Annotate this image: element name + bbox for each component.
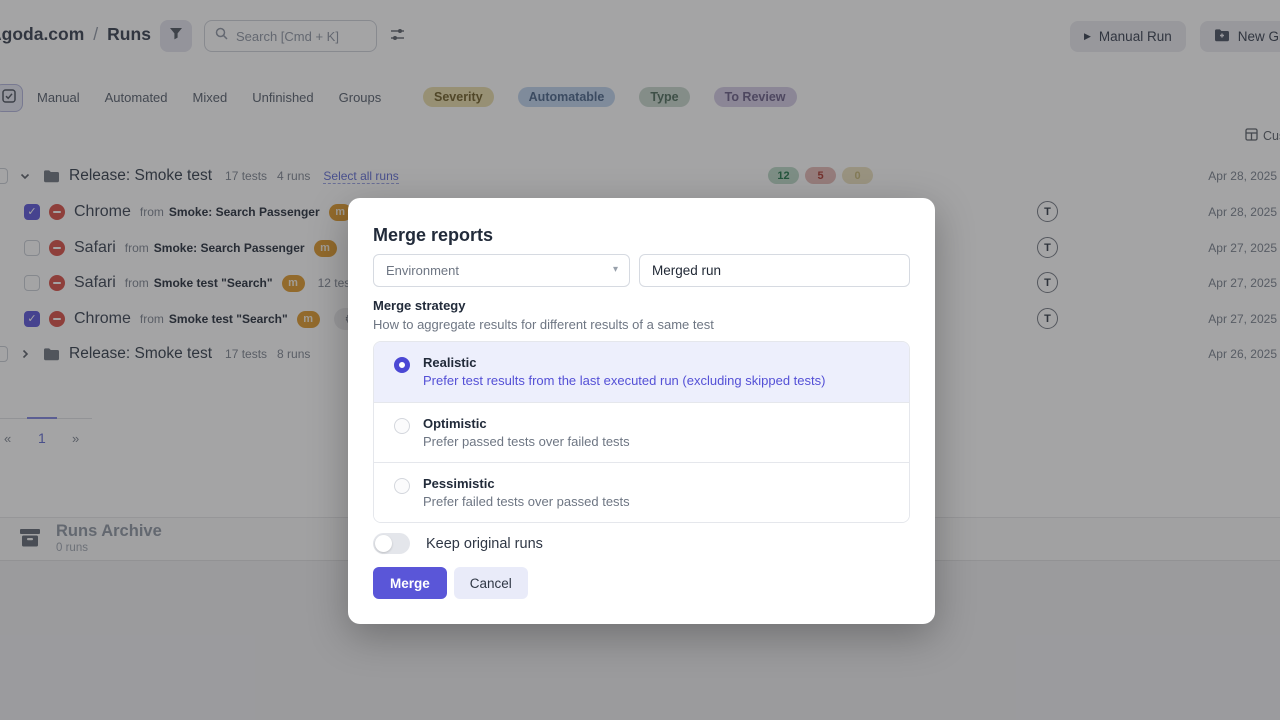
toggle-knob [375, 535, 392, 552]
option-optimistic[interactable]: Optimistic Prefer passed tests over fail… [374, 402, 909, 462]
option-name: Pessimistic [423, 475, 630, 492]
option-description: Prefer failed tests over passed tests [423, 493, 630, 510]
merge-strategy-help: How to aggregate results for different r… [373, 317, 714, 332]
option-description: Prefer test results from the last execut… [423, 372, 825, 389]
environment-select-value: Environment [386, 263, 459, 278]
cancel-button[interactable]: Cancel [454, 567, 528, 599]
option-name: Realistic [423, 354, 825, 371]
modal-actions: Merge Cancel [373, 567, 528, 599]
keep-original-toggle[interactable] [373, 533, 410, 554]
merged-run-name-input[interactable] [639, 254, 910, 287]
keep-original-label: Keep original runs [426, 536, 543, 552]
environment-select[interactable]: Environment ▾ [373, 254, 630, 287]
merge-strategy-options: Realistic Prefer test results from the l… [373, 341, 910, 523]
keep-original-row: Keep original runs [373, 533, 543, 554]
merge-strategy-label: Merge strategy [373, 298, 465, 313]
caret-down-icon: ▾ [613, 264, 618, 275]
option-name: Optimistic [423, 415, 630, 432]
modal-title: Merge reports [373, 225, 493, 246]
radio-realistic[interactable] [394, 357, 410, 373]
app-window: Agoda.com/Runs ▶ Manual Run [0, 0, 1280, 720]
option-pessimistic[interactable]: Pessimistic Prefer failed tests over pas… [374, 462, 909, 522]
option-realistic[interactable]: Realistic Prefer test results from the l… [374, 342, 909, 402]
merge-button[interactable]: Merge [373, 567, 447, 599]
option-description: Prefer passed tests over failed tests [423, 433, 630, 450]
option-text: Realistic Prefer test results from the l… [423, 342, 825, 402]
option-text: Optimistic Prefer passed tests over fail… [423, 403, 630, 462]
radio-optimistic[interactable] [394, 418, 410, 434]
merge-reports-modal: Merge reports Environment ▾ Merge strate… [348, 198, 935, 624]
radio-pessimistic[interactable] [394, 478, 410, 494]
modal-fields: Environment ▾ [373, 254, 910, 287]
option-text: Pessimistic Prefer failed tests over pas… [423, 463, 630, 522]
